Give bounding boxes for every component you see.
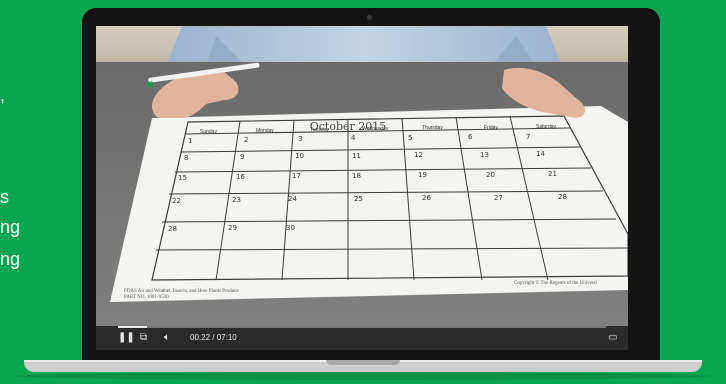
day-number: 18 [352,172,361,180]
time-display: 00:22 / 07:10 [190,333,237,342]
day-number: 30 [286,224,295,232]
day-number: 16 [236,173,245,181]
day-number: 4 [351,134,356,142]
day-number: 14 [536,150,545,158]
day-number: 28 [558,193,567,201]
side-text-fragment-4: ng [0,249,21,269]
captions-icon[interactable]: ⧉ [140,332,147,344]
pause-icon[interactable]: ❚❚ [118,332,135,344]
side-text-fragment-1: , [0,85,6,105]
progress-fill [118,326,148,328]
day-number: 26 [422,194,431,202]
volume-icon[interactable]: 🔈︎ [164,332,170,344]
current-time: 00:22 [190,333,211,342]
day-number: 3 [298,135,302,143]
day-number: 29 [228,224,237,232]
day-number: 28 [168,225,177,233]
laptop-base [24,360,702,372]
day-number: 2 [244,136,248,144]
day-number: 20 [486,171,495,179]
day-number: 7 [526,133,530,141]
paper-footer-left-line2: PART NO. 1001-9530 [124,295,169,300]
day-number: 12 [414,151,423,159]
side-caption-text: , s ng ng [0,0,90,384]
player-control-bar: ❚❚ ⧉ 🔈︎ 00:22 / 07:10 ▭ [96,326,628,350]
side-text-fragment-2: s [0,187,9,207]
video-player[interactable]: October 2015 Sunday Monday Tuesday Wedne… [96,26,628,350]
day-number: 19 [418,171,427,179]
fullscreen-icon[interactable]: ▭ [608,332,617,344]
day-number: 17 [292,172,301,180]
day-number: 22 [172,197,181,205]
webcam-icon [367,15,372,20]
day-number: 21 [548,170,557,178]
duration: 07:10 [216,333,237,342]
day-number: 25 [354,195,363,203]
weekday-label: Tuesday [310,127,329,133]
day-number: 9 [240,153,244,161]
weekday-label: Thursday [422,125,443,131]
laptop-notch [326,360,400,365]
day-number: 27 [494,194,503,202]
progress-bar[interactable] [118,326,606,328]
day-number: 24 [288,195,297,203]
weekday-label: Wednesday [362,126,389,132]
laptop-shadow [14,372,712,380]
day-number: 6 [468,133,473,141]
day-number: 5 [408,134,412,142]
side-text-fragment-3: ng [0,217,21,237]
weekday-label: Saturday [536,124,557,130]
paper-footer-right: Copyright © The Regents of the Universi [514,280,597,286]
day-number: 23 [232,196,241,204]
day-number: 15 [178,174,187,182]
day-number: 1 [188,137,192,145]
day-number: 13 [480,151,489,159]
paper-footer-left: PDAS Air and Weather, Insects, and How P… [124,289,239,294]
weekday-label: Sunday [200,129,217,135]
weekday-label: Monday [256,128,274,134]
day-number: 8 [184,154,188,162]
weekday-label: Friday [484,125,498,131]
time-separator: / [210,333,217,342]
video-frame: October 2015 Sunday Monday Tuesday Wedne… [96,26,628,326]
day-number: 11 [352,152,361,160]
day-number: 10 [295,152,304,160]
